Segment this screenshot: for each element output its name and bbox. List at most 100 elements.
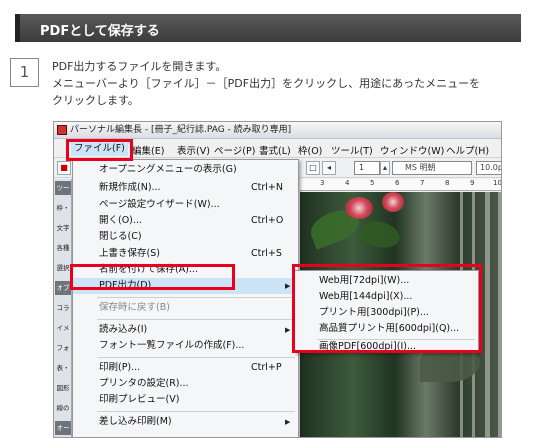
menu-item-printer-setup[interactable]: プリンタの設定(R)...	[73, 376, 298, 392]
menu-file[interactable]: ファイル(F)	[71, 141, 128, 156]
menu-item-shortcut: Ctrl+N	[251, 182, 283, 193]
section-header: PDFとして保存する	[15, 14, 521, 42]
menu-item-label: 開く(O)...	[99, 215, 142, 226]
panel-tab[interactable]: 表・	[55, 361, 71, 375]
pdf-icon[interactable]: ■	[57, 161, 71, 175]
menu-item-label: 印刷(P)...	[99, 362, 141, 373]
menu-item-close[interactable]: 閉じる(C)	[73, 229, 298, 245]
menu-item-label: フォント一覧ファイルの作成(F)...	[99, 340, 245, 351]
submenu-arrow-icon: ▶	[285, 418, 291, 426]
submenu-item-web-144[interactable]: Web用[144dpi](X)...	[295, 289, 478, 305]
menu-frame[interactable]: 枠(O)	[298, 143, 322, 157]
menu-item-label: 新規作成(N)...	[99, 182, 161, 193]
menu-item-label: プリンタの設定(R)...	[99, 378, 189, 389]
ruler-mark: 10	[493, 179, 502, 187]
font-name-field[interactable]: MS 明朝	[392, 161, 472, 175]
menu-item-label: オープニングメニューの表示(G)	[99, 164, 237, 175]
font-size-field[interactable]: 10.0p	[476, 161, 501, 175]
menu-item-import[interactable]: 読み込み(I) ▶	[73, 322, 298, 338]
section-title: PDFとして保存する	[40, 24, 160, 39]
menu-tools[interactable]: ツール(T)	[331, 143, 373, 157]
step-text-line-1: PDF出力するファイルを開きます。	[52, 60, 227, 73]
menu-item-label: 閉じる(C)	[99, 231, 142, 242]
panel-tab[interactable]: 選択	[55, 261, 71, 275]
menu-item-label: ページ設定ウイザード(W)...	[99, 199, 220, 210]
window-titlebar: パーソナル編集長 - [冊子_紀行誌.PAG - 読み取り専用]	[54, 122, 501, 139]
menu-item-save-as[interactable]: 名前を付けて保存(A)...	[73, 262, 298, 278]
panel-tab[interactable]: 図形	[55, 381, 71, 395]
photo-flower	[345, 197, 373, 219]
menu-item-pdf-output[interactable]: PDF出力(D) ▶	[73, 278, 298, 294]
menu-item-print[interactable]: 印刷(P)... Ctrl+P	[73, 360, 298, 376]
submenu-arrow-icon: ▶	[285, 282, 291, 290]
pdf-output-submenu: Web用[72dpi](W)... Web用[144dpi](X)... プリン…	[294, 270, 479, 353]
submenu-item-print-300[interactable]: プリント用[300dpi](P)...	[295, 305, 478, 321]
submenu-item-image-pdf[interactable]: 画像PDF[600dpi](I)...	[295, 339, 478, 355]
submenu-item-print-600[interactable]: 高品質プリント用[600dpi](Q)...	[295, 321, 478, 337]
menu-item-open[interactable]: 開く(O)... Ctrl+O	[73, 213, 298, 229]
menu-item-print-preview[interactable]: 印刷プレビュー(V)	[73, 392, 298, 408]
panel-tab[interactable]: 文字	[55, 221, 71, 235]
step-number: 1	[10, 58, 39, 87]
menu-item-label: 上書き保存(S)	[99, 248, 160, 259]
menu-item-label: 名前を付けて保存(A)...	[99, 264, 198, 275]
panel-tab[interactable]: オー	[55, 421, 71, 435]
app-icon	[57, 125, 67, 135]
page-number-field[interactable]: 1	[354, 161, 380, 175]
menu-separator	[97, 297, 295, 298]
panel-tab[interactable]: フォ	[55, 341, 71, 355]
menu-page[interactable]: ページ(P)	[214, 143, 255, 157]
menu-item-label: 差し込み印刷(M)	[99, 416, 172, 427]
menu-item-new[interactable]: 新規作成(N)... Ctrl+N	[73, 180, 298, 196]
menubar: ファイル(F) 編集(E) 表示(V) ページ(P) 書式(L) 枠(O) ツー…	[54, 140, 501, 158]
ruler-mark: 4	[345, 179, 350, 187]
panel-tab[interactable]: ツー	[55, 181, 71, 195]
panel-tab[interactable]: 線の	[55, 401, 71, 415]
menu-separator	[97, 319, 295, 320]
menu-separator	[97, 411, 295, 412]
ruler-mark: 9	[470, 179, 475, 187]
photo-bamboo	[498, 192, 501, 437]
panel-tab[interactable]: イメ	[55, 321, 71, 335]
ruler-mark: 3	[320, 179, 325, 187]
panel-tab[interactable]: オブ	[55, 281, 71, 295]
menu-item-label: 印刷プレビュー(V)	[99, 394, 180, 405]
panel-tab[interactable]: 各種	[55, 241, 71, 255]
menu-item-label: 読み込み(I)	[99, 324, 148, 335]
menu-separator	[97, 357, 295, 358]
page-spinner-icon[interactable]: ▴	[380, 161, 390, 175]
menu-help[interactable]: ヘルプ(H)	[446, 143, 489, 157]
photo-flower	[382, 192, 404, 212]
menu-item-label: 保存時に戻す(B)	[99, 302, 170, 313]
ruler-mark: 7	[420, 179, 425, 187]
menu-edit[interactable]: 編集(E)	[132, 143, 164, 157]
ruler-mark: 5	[370, 179, 375, 187]
window-title: パーソナル編集長 - [冊子_紀行誌.PAG - 読み取り専用]	[70, 125, 292, 135]
photo-leaf	[357, 217, 403, 252]
menu-window[interactable]: ウィンドウ(W)	[380, 143, 444, 157]
file-menu-dropdown: オープニングメニューの表示(G) 新規作成(N)... Ctrl+N ページ設定ウ…	[72, 159, 299, 437]
menu-item-save[interactable]: 上書き保存(S) Ctrl+S	[73, 246, 298, 262]
menu-item-label: PDF出力(D)	[99, 280, 152, 291]
menu-item-font-list[interactable]: フォント一覧ファイルの作成(F)...	[73, 338, 298, 354]
app-screenshot: パーソナル編集長 - [冊子_紀行誌.PAG - 読み取り専用] ファイル(F)…	[53, 121, 502, 438]
menu-format[interactable]: 書式(L)	[259, 143, 291, 157]
menu-item-mail-merge[interactable]: 差し込み印刷(M) ▶	[73, 414, 298, 430]
panel-tab[interactable]: 枠・	[55, 201, 71, 215]
menu-item-shortcut: Ctrl+S	[251, 248, 282, 259]
menu-item-page-setup[interactable]: ページ設定ウイザード(W)...	[73, 197, 298, 213]
menu-item-shortcut: Ctrl+O	[251, 215, 284, 226]
menu-item-revert: 保存時に戻す(B)	[73, 300, 298, 316]
menu-item-shortcut: Ctrl+P	[251, 362, 282, 373]
tool-panel: ツー 枠・ 文字 各種 選択 オブ コラ イメ フォ 表・ 図形 線の オー	[54, 179, 72, 437]
step-text-line-3: クリックします。	[52, 94, 139, 107]
photo-bamboo	[485, 192, 490, 437]
ruler-mark: 8	[445, 179, 450, 187]
menu-view[interactable]: 表示(V)	[177, 143, 210, 157]
prev-page-icon[interactable]: ◂	[322, 161, 336, 175]
page-icon[interactable]: □	[306, 161, 320, 175]
submenu-item-web-72[interactable]: Web用[72dpi](W)...	[295, 273, 478, 289]
panel-tab[interactable]: コラ	[55, 301, 71, 315]
ruler-mark: 6	[395, 179, 400, 187]
menu-item-opening[interactable]: オープニングメニューの表示(G)	[73, 162, 298, 178]
